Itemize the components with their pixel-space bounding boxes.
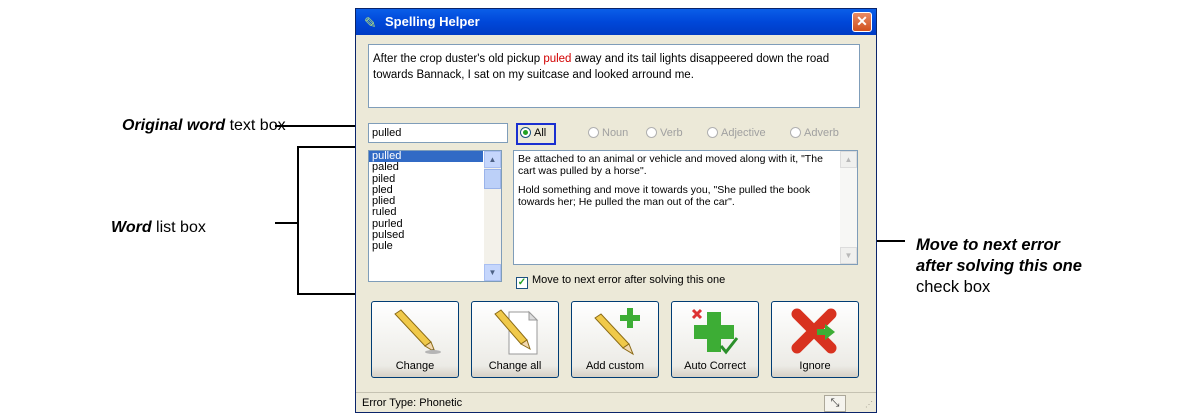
close-icon: ✕ [856,13,868,29]
title-bar[interactable]: ✎ Spelling Helper ✕ [356,9,876,35]
radio-all-dot [520,127,531,138]
app-pencil-icon: ✎ [364,15,377,32]
pencil-plus-icon [594,308,640,356]
annotation-word-list: Word list box [111,219,206,237]
definition-text: Hold something and move it towards you, … [518,184,811,208]
annotation-move-next-line3: check box [916,278,991,296]
radio-noun-label: Noun [602,127,629,139]
radio-adjective[interactable]: Adjective [707,127,766,139]
scroll-up-icon[interactable]: ▲ [840,151,857,168]
annotation-original-word-bold: Original word [122,117,226,134]
radio-adjective-dot [707,127,718,138]
leader-word-list-v [297,146,299,294]
leader-word-list-h [275,222,298,224]
leader-original-word [275,125,355,127]
annotation-move-next-line1: Move to next error [916,236,1060,254]
resize-arrow-icon[interactable]: ⤡ [824,395,846,412]
change-label: Change [395,360,435,372]
radio-adverb-dot [790,127,801,138]
ignore-cross-icon [791,308,837,354]
close-button[interactable]: ✕ [852,12,872,32]
pencil-icon [394,309,441,354]
list-item[interactable]: pule [369,241,483,253]
sentence-text-box[interactable]: After the crop duster's old pickup puled… [368,44,860,108]
definition-text: Be attached to an animal or vehicle and … [518,153,823,177]
scroll-up-icon[interactable]: ▲ [484,151,501,168]
auto-correct-icon [691,308,739,355]
scroll-down-icon[interactable]: ▼ [840,247,857,264]
ignore-label: Ignore [799,360,831,372]
ignore-button[interactable]: Ignore [771,301,859,378]
radio-adjective-label: Adjective [721,127,766,139]
annotation-move-next-line2: after solving this one [916,257,1082,275]
definition-scrollbar[interactable]: ▲ ▼ [840,151,857,264]
add-custom-label: Add custom [585,360,645,372]
auto-correct-label: Auto Correct [684,360,746,372]
move-next-checkbox[interactable]: ✓ [516,277,528,289]
add-custom-button[interactable]: Add custom [571,301,659,378]
radio-noun-dot [588,127,599,138]
status-text: Error Type: Phonetic [362,397,463,409]
status-bar: Error Type: Phonetic ⤡ ⋰ [356,392,876,412]
sentence-before: After the crop duster's old pickup [373,53,544,65]
radio-verb-dot [646,127,657,138]
radio-adverb[interactable]: Adverb [790,127,839,139]
word-list-scrollbar[interactable]: ▲ ▼ [484,151,501,281]
word-type-filter: All Noun Verb Adjective Adverb [516,123,866,145]
auto-correct-button[interactable]: Auto Correct [671,301,759,378]
original-word-input[interactable]: pulled [368,123,508,143]
radio-noun[interactable]: Noun [588,127,628,139]
scroll-down-icon[interactable]: ▼ [484,264,501,281]
radio-verb[interactable]: Verb [646,127,683,139]
annotation-original-word: Original word text box [122,117,286,135]
list-item[interactable]: paled [369,161,483,173]
window-title: Spelling Helper [385,14,480,29]
sentence-error-word: puled [543,53,572,65]
radio-all[interactable]: All [520,127,546,139]
definition-box[interactable]: Be attached to an animal or vehicle and … [513,150,858,265]
radio-verb-label: Verb [660,127,683,139]
annotation-move-next: Move to next error after solving this on… [916,235,1082,298]
radio-adverb-label: Adverb [804,127,839,139]
change-all-label: Change all [488,360,542,372]
radio-all-label: All [534,127,547,139]
annotation-word-list-bold: Word [111,219,152,236]
spelling-helper-window: ✎ Spelling Helper ✕ After the crop duste… [355,8,877,413]
move-next-label: Move to next error after solving this on… [532,274,726,286]
change-button[interactable]: Change [371,301,459,378]
scroll-thumb[interactable] [484,169,501,189]
size-grip-icon[interactable]: ⋰ [865,400,873,409]
annotation-word-list-rest: list box [151,219,206,236]
move-next-checkbox-row[interactable]: ✓ Move to next error after solving this o… [516,274,725,289]
word-list-box[interactable]: pulled paled piled pled plied ruled purl… [368,150,502,282]
change-all-button[interactable]: Change all [471,301,559,378]
pencil-document-icon [494,309,539,355]
